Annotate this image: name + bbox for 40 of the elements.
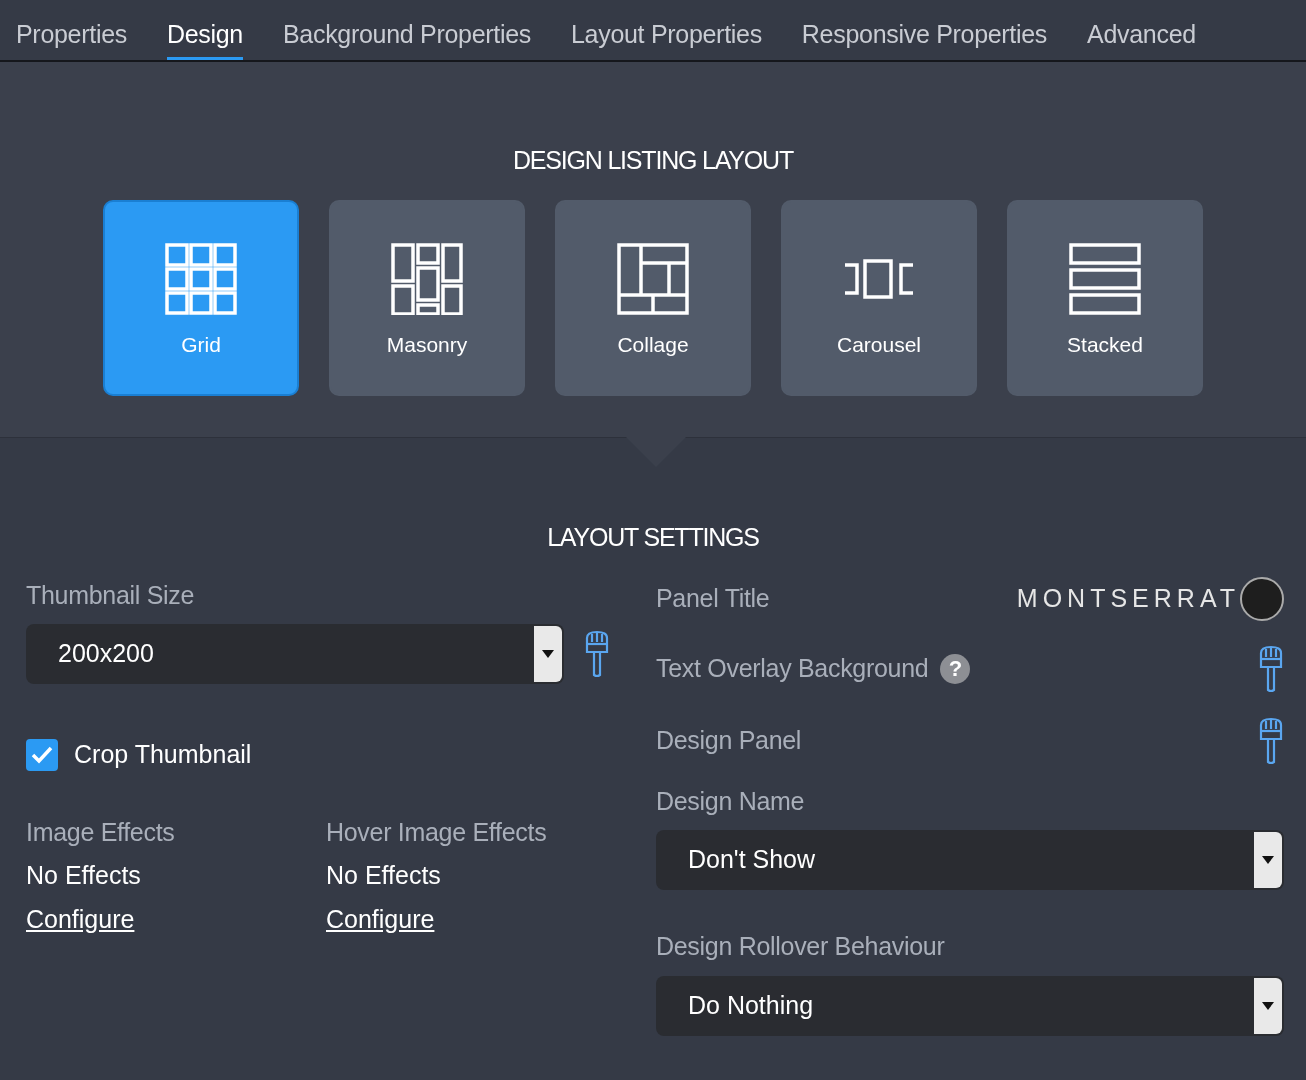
layout-option[interactable]: Masonry bbox=[329, 199, 525, 396]
paintbrush-icon[interactable] bbox=[1258, 644, 1284, 693]
dropdown[interactable]: 200x200 bbox=[26, 624, 564, 684]
tab[interactable]: Properties bbox=[16, 0, 127, 60]
caret-icon bbox=[1262, 856, 1274, 864]
stacked-layout-icon bbox=[1069, 243, 1141, 316]
dropdown[interactable]: Do Nothing bbox=[656, 975, 1284, 1036]
dropdown[interactable]: Don't Show bbox=[656, 830, 1284, 890]
field-label: Text Overlay Background bbox=[656, 652, 929, 684]
checkbox[interactable] bbox=[26, 738, 58, 771]
field-value: No Effects bbox=[326, 860, 442, 891]
layout-option[interactable]: Stacked bbox=[1007, 199, 1203, 396]
collage-layout-icon bbox=[617, 243, 689, 316]
configure-link[interactable]: Configure bbox=[326, 900, 435, 938]
tab[interactable]: Advanced bbox=[1087, 0, 1196, 60]
field-label: Image Effects bbox=[26, 816, 176, 848]
field-label: Design Rollover Behaviour bbox=[656, 931, 946, 962]
checkbox-label: Crop Thumbnail bbox=[74, 739, 252, 770]
caret-icon bbox=[1262, 1001, 1274, 1010]
section-title: DESIGN LISTING LAYOUT bbox=[512, 145, 795, 176]
field-label: Hover Image Effects bbox=[326, 816, 548, 848]
configure-link[interactable]: Configure bbox=[26, 900, 135, 938]
grid-layout-icon bbox=[165, 243, 237, 316]
tab[interactable]: Background Properties bbox=[283, 0, 531, 60]
caret-icon bbox=[542, 650, 554, 658]
field-label: Design Name bbox=[656, 785, 806, 817]
layout-option[interactable]: Collage bbox=[555, 199, 751, 396]
color-swatch[interactable] bbox=[1240, 576, 1284, 621]
paintbrush-icon[interactable] bbox=[1258, 716, 1284, 765]
section-title: LAYOUT SETTINGS bbox=[546, 522, 760, 553]
layout-option[interactable]: Carousel bbox=[781, 199, 977, 396]
font-name[interactable]: MONTSERRAT bbox=[1016, 579, 1240, 618]
masonry-layout-icon bbox=[391, 243, 463, 316]
field-label: Panel Title bbox=[656, 582, 770, 614]
field-label: Thumbnail Size bbox=[26, 579, 196, 611]
field-label: Design Panel bbox=[656, 724, 802, 756]
tab[interactable]: Layout Properties bbox=[571, 0, 762, 60]
field-value: No Effects bbox=[26, 860, 142, 891]
paintbrush-icon[interactable] bbox=[584, 630, 610, 678]
tab[interactable]: Responsive Properties bbox=[801, 0, 1048, 60]
